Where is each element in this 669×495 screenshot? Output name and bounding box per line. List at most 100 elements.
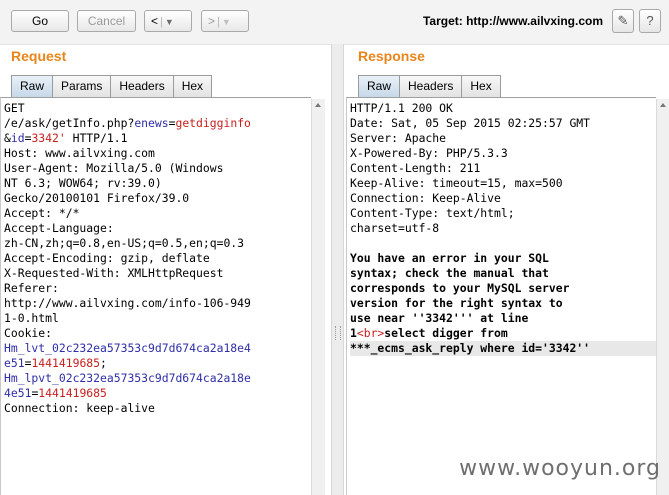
response-editor[interactable]: HTTP/1.1 200 OK Date: Sat, 05 Sep 2015 02… xyxy=(346,97,656,495)
response-title: Response xyxy=(358,48,425,64)
text-line: X-Requested-With: XMLHttpRequest xyxy=(4,266,311,281)
text-segment: 4e51 xyxy=(4,386,32,400)
text-line: http://www.ailvxing.com/info-106-949 xyxy=(4,296,311,311)
text-segment: Accept-Language: xyxy=(4,221,114,235)
text-segment: corresponds to your MySQL server xyxy=(350,281,570,295)
edit-target-button[interactable]: ✎ xyxy=(612,9,634,33)
forward-icon: > xyxy=(208,14,216,28)
text-line: corresponds to your MySQL server xyxy=(350,281,656,296)
text-segment: Referer: xyxy=(4,281,59,295)
text-line: Connection: keep-alive xyxy=(4,401,311,416)
text-line: User-Agent: Mozilla/5.0 (Windows xyxy=(4,161,311,176)
question-icon: ? xyxy=(646,13,654,28)
back-history-dropdown-icon[interactable]: ▼ xyxy=(165,17,174,27)
text-line: Accept: */* xyxy=(4,206,311,221)
target-label: Target: http://www.ailvxing.com xyxy=(422,14,603,28)
request-scrollbar[interactable] xyxy=(311,99,325,495)
text-segment: HTTP/1.1 200 OK xyxy=(350,101,453,115)
text-segment: enews xyxy=(134,116,169,130)
forward-button[interactable]: > | ▼ xyxy=(201,10,249,32)
text-segment: charset=utf-8 xyxy=(350,221,440,235)
drag-handle-icon[interactable] xyxy=(335,326,341,340)
back-button[interactable]: < | ▼ xyxy=(144,10,192,32)
text-segment: id xyxy=(10,131,25,145)
text-segment: Hm_lvt_02c232ea57353c9d7d674ca2a18e4 xyxy=(4,341,251,355)
text-segment: ; xyxy=(100,356,107,370)
panel-divider[interactable] xyxy=(331,44,344,495)
response-scrollbar[interactable] xyxy=(656,99,669,495)
text-segment: X-Powered-By: PHP/5.3.3 xyxy=(350,146,508,160)
text-segment: Gecko/20100101 Firefox/39.0 xyxy=(4,191,190,205)
forward-history-dropdown-icon[interactable]: ▼ xyxy=(222,17,231,27)
text-segment: NT 6.3; WOW64; rv:39.0) xyxy=(4,176,162,190)
text-line: Accept-Language: xyxy=(4,221,311,236)
text-segment: GET xyxy=(4,101,25,115)
text-line: HTTP/1.1 200 OK xyxy=(350,101,656,116)
help-button[interactable]: ? xyxy=(639,9,661,33)
watermark: www.wooyun.org xyxy=(459,456,661,481)
request-text[interactable]: GET/e/ask/getInfo.php?enews=getdigginfo &… xyxy=(1,98,311,416)
text-line: Cookie: xyxy=(4,326,311,341)
text-segment: 1441419685 xyxy=(38,386,107,400)
text-segment: syntax; check the manual that xyxy=(350,266,549,280)
go-button[interactable]: Go xyxy=(11,10,69,32)
text-segment: Connection: keep-alive xyxy=(4,401,155,415)
text-segment: Host: www.ailvxing.com xyxy=(4,146,155,160)
text-line: Connection: Keep-Alive xyxy=(350,191,656,206)
text-segment: 1441419685 xyxy=(31,356,101,370)
text-line: syntax; check the manual that xyxy=(350,266,656,281)
scroll-up-icon[interactable] xyxy=(660,103,666,107)
text-segment: Accept: */* xyxy=(4,206,80,220)
text-segment: Server: Apache xyxy=(350,131,447,145)
text-line: /e/ask/getInfo.php?enews=getdigginfo xyxy=(4,116,311,131)
text-line: You have an error in your SQL xyxy=(350,251,656,266)
text-line: Accept-Encoding: gzip, deflate xyxy=(4,251,311,266)
cancel-button[interactable]: Cancel xyxy=(77,10,136,32)
request-tabs: Raw Params Headers Hex xyxy=(11,75,213,97)
text-line: &id=3342' HTTP/1.1 xyxy=(4,131,311,146)
request-title: Request xyxy=(11,48,67,64)
text-segment: Keep-Alive: timeout=15, max=500 xyxy=(350,176,563,190)
text-segment: Accept-Encoding: gzip, deflate xyxy=(4,251,210,265)
text-line: Date: Sat, 05 Sep 2015 02:25:57 GMT xyxy=(350,116,656,131)
response-text[interactable]: HTTP/1.1 200 OK Date: Sat, 05 Sep 2015 02… xyxy=(347,98,656,356)
text-line xyxy=(350,236,656,251)
response-tab-raw[interactable]: Raw xyxy=(358,75,401,97)
request-editor[interactable]: GET/e/ask/getInfo.php?enews=getdigginfo &… xyxy=(0,97,311,495)
text-segment: User-Agent: Mozilla/5.0 (Windows xyxy=(4,161,224,175)
text-segment: version for the right syntax to xyxy=(350,296,563,310)
text-line: use near ''3342''' at line xyxy=(350,311,656,326)
text-segment: Content-Length: 211 xyxy=(350,161,481,175)
text-segment: zh-CN,zh;q=0.8,en-US;q=0.5,en;q=0.3 xyxy=(4,236,245,250)
request-tab-params[interactable]: Params xyxy=(52,75,112,97)
text-line: Keep-Alive: timeout=15, max=500 xyxy=(350,176,656,191)
text-line: GET xyxy=(4,101,311,116)
text-segment: Content-Type: text/html; xyxy=(350,206,515,220)
text-segment: Cookie: xyxy=(4,326,53,340)
text-segment: 3342' xyxy=(31,131,66,145)
text-segment: use near ''3342''' at line xyxy=(350,311,529,325)
text-segment: getdigginfo xyxy=(175,116,251,130)
text-line: Content-Length: 211 xyxy=(350,161,656,176)
text-line: zh-CN,zh;q=0.8,en-US;q=0.5,en;q=0.3 xyxy=(4,236,311,251)
text-line: 1<br>select digger from xyxy=(350,326,656,341)
scroll-up-icon[interactable] xyxy=(315,103,321,107)
text-line: Content-Type: text/html; xyxy=(350,206,656,221)
response-tab-headers[interactable]: Headers xyxy=(399,75,463,97)
text-line: X-Powered-By: PHP/5.3.3 xyxy=(350,146,656,161)
text-segment: http://www.ailvxing.com/info-106-949 xyxy=(4,296,251,310)
request-tab-headers[interactable]: Headers xyxy=(110,75,174,97)
text-segment: <br> xyxy=(356,326,385,340)
request-tab-raw[interactable]: Raw xyxy=(11,75,54,97)
text-segment: Connection: Keep-Alive xyxy=(350,191,501,205)
text-line: Gecko/20100101 Firefox/39.0 xyxy=(4,191,311,206)
text-segment: 1 xyxy=(350,326,357,340)
request-tab-hex[interactable]: Hex xyxy=(172,75,213,97)
response-tab-hex[interactable]: Hex xyxy=(461,75,501,97)
text-segment: e51 xyxy=(4,356,25,370)
pencil-icon: ✎ xyxy=(617,13,629,28)
text-segment: ***_ecms_ask_reply where id='3342'' xyxy=(350,341,591,355)
text-line: charset=utf-8 xyxy=(350,221,656,236)
text-segment: select digger from xyxy=(384,326,508,340)
text-line: Referer: xyxy=(4,281,311,296)
